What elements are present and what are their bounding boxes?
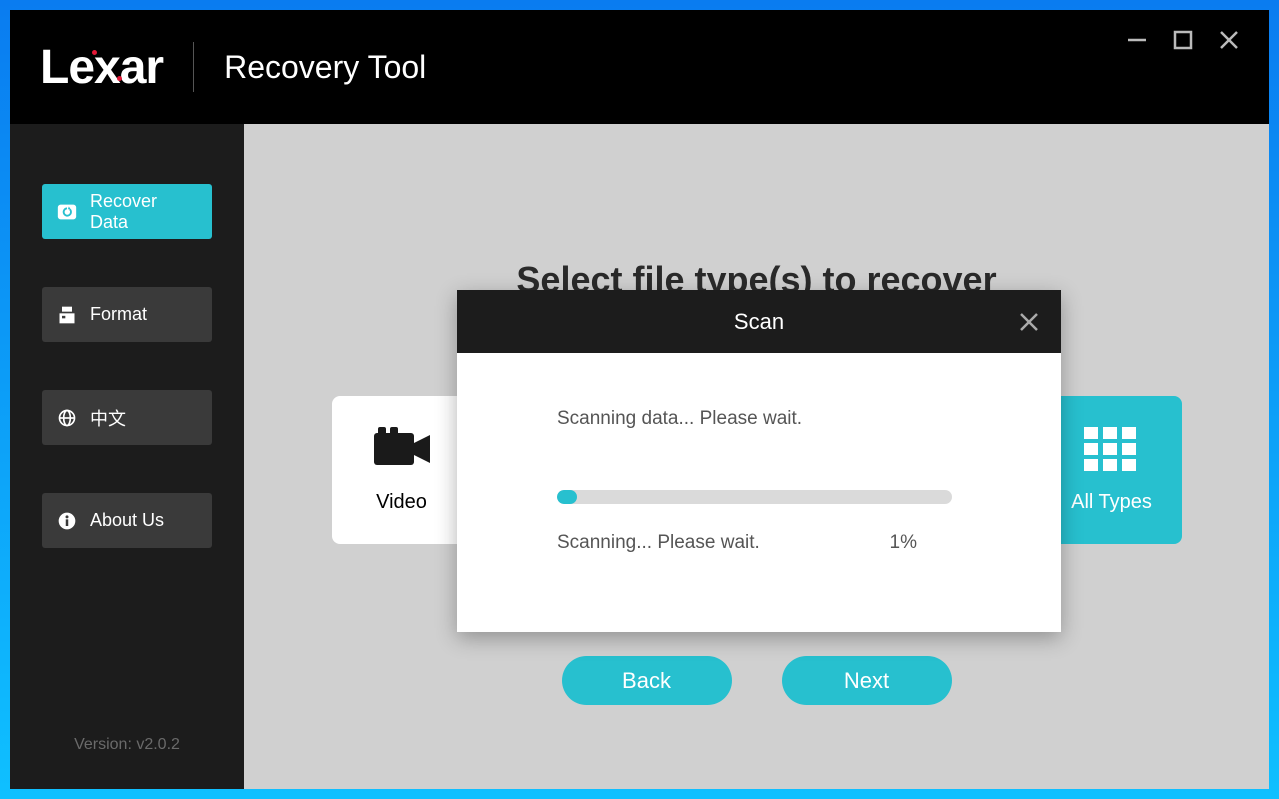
progress-bar (557, 490, 952, 504)
window-controls (1125, 28, 1241, 52)
maximize-button[interactable] (1171, 28, 1195, 52)
grid-icon (1084, 427, 1140, 471)
tile-label: Video (376, 491, 427, 514)
tile-label: All Types (1071, 491, 1152, 514)
modal-close-button[interactable] (1017, 310, 1041, 334)
sidebar: Recover Data Format 中文 About Us (10, 124, 244, 789)
modal-title: Scan (734, 309, 784, 335)
app-window: Lexar Recovery Tool Recover Data (10, 10, 1269, 789)
scan-message: Scanning data... Please wait. (557, 408, 961, 430)
app-title: Recovery Tool (224, 49, 426, 86)
sidebar-item-recover-data[interactable]: Recover Data (42, 184, 212, 239)
progress-fill (557, 490, 577, 504)
sidebar-item-label: Recover Data (90, 191, 198, 233)
tile-all-types[interactable]: All Types (1042, 396, 1182, 544)
sidebar-item-format[interactable]: Format (42, 287, 212, 342)
close-button[interactable] (1217, 28, 1241, 52)
sidebar-item-about-us[interactable]: About Us (42, 493, 212, 548)
titlebar: Lexar Recovery Tool (10, 10, 1269, 124)
recover-icon (56, 201, 78, 223)
scan-percent: 1% (890, 532, 917, 554)
maximize-icon (1173, 30, 1193, 50)
brand-logo: Lexar (40, 40, 163, 95)
sidebar-item-language[interactable]: 中文 (42, 390, 212, 445)
scan-status: Scanning... Please wait. (557, 532, 760, 554)
version-text: Version: v2.0.2 (10, 736, 244, 754)
action-buttons: Back Next (264, 656, 1249, 705)
minimize-icon (1126, 29, 1148, 51)
logo-divider (193, 42, 194, 92)
format-icon (56, 304, 78, 326)
info-icon (56, 510, 78, 532)
progress-status-row: Scanning... Please wait. 1% (557, 532, 917, 554)
close-icon (1017, 310, 1041, 334)
sidebar-item-label: Format (90, 304, 147, 325)
next-button[interactable]: Next (782, 656, 952, 705)
back-button[interactable]: Back (562, 656, 732, 705)
sidebar-item-label: About Us (90, 510, 164, 531)
close-icon (1218, 29, 1240, 51)
sidebar-item-label: 中文 (90, 405, 126, 431)
tile-video[interactable]: Video (332, 396, 472, 544)
scan-modal: Scan Scanning data... Please wait. Scann… (457, 290, 1061, 632)
brand-logo-group: Lexar Recovery Tool (40, 40, 426, 95)
video-icon (374, 427, 430, 471)
globe-icon (56, 407, 78, 429)
minimize-button[interactable] (1125, 28, 1149, 52)
modal-body: Scanning data... Please wait. Scanning..… (457, 353, 1061, 632)
modal-header: Scan (457, 290, 1061, 353)
